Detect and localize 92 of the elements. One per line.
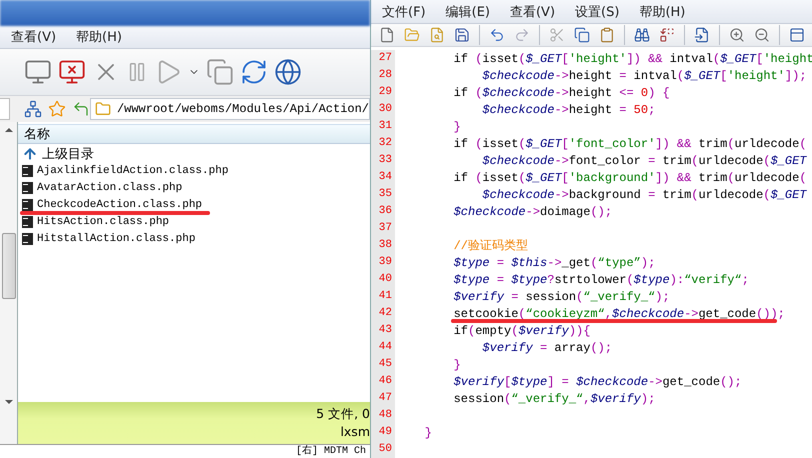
computer-x-icon[interactable] <box>58 58 86 86</box>
scroll-thumb[interactable] <box>2 233 16 299</box>
line-number: 37 <box>371 220 395 237</box>
line-number: 33 <box>371 152 395 169</box>
code-line: } <box>452 120 461 134</box>
file-input-icon[interactable] <box>694 27 710 44</box>
line-number: 50 <box>371 441 395 458</box>
line-number: 41 <box>371 288 395 305</box>
line-number: 29 <box>371 84 395 101</box>
status-text: 5 文件, 0 <box>316 406 370 423</box>
menu-item[interactable]: 设置(S) <box>568 2 626 21</box>
line-number: 40 <box>371 271 395 288</box>
code-line: $checkcode->background = trim(urldecode($_GET <box>481 188 807 202</box>
php-file-icon <box>22 164 33 176</box>
folder-icon <box>94 101 111 117</box>
clipboard-icon[interactable] <box>599 27 615 44</box>
code-line: if (isset($_GET['font_color']) && trim(urldecode( <box>452 136 807 150</box>
code-line: if(empty($verify)){ <box>452 324 590 338</box>
user-name: lxsm <box>340 424 370 441</box>
scrollbar[interactable] <box>0 122 18 444</box>
undo-icon[interactable] <box>489 27 505 44</box>
menu-item[interactable]: 查看(V) <box>502 2 562 21</box>
zoom-in-icon[interactable] <box>729 27 745 44</box>
line-number: 35 <box>371 186 395 203</box>
line-number: 47 <box>371 390 395 407</box>
file-name[interactable]: CheckcodeAction.class.php <box>37 198 202 210</box>
line-number: 31 <box>371 118 395 135</box>
menu-item[interactable]: 帮助(H) <box>632 2 692 21</box>
line-number: 49 <box>371 424 395 441</box>
globe-icon[interactable] <box>274 58 302 86</box>
line-number: 44 <box>371 339 395 356</box>
code-line: setcookie(“cookieyzm“,$checkcode->get_code()); <box>452 306 785 320</box>
line-number: 42 <box>371 305 395 322</box>
menu-item[interactable]: 文件(F) <box>375 2 433 21</box>
line-number: 43 <box>371 322 395 339</box>
php-file-icon <box>22 216 33 228</box>
file-name[interactable]: AvatarAction.class.php <box>37 182 182 194</box>
menu-item[interactable]: 编辑(E) <box>438 2 497 21</box>
line-number: 45 <box>371 356 395 373</box>
file-name[interactable]: HitstallAction.class.php <box>37 232 196 244</box>
code-line: $type = $type?strtolower($type):“verify“; <box>452 272 749 286</box>
window-icon[interactable] <box>789 27 805 44</box>
copy-icon[interactable] <box>206 58 234 86</box>
code-line: $type = $this->_get(“type”); <box>452 256 656 270</box>
code-line: $checkcode->height = intval($_GET['height']); <box>481 68 807 82</box>
line-number: 27 <box>371 50 395 67</box>
code-line: $verify = array(); <box>481 340 612 354</box>
dropdown-field[interactable] <box>0 98 10 120</box>
code-line: session(“_verify_“,$verify); <box>452 392 656 406</box>
replace-icon[interactable] <box>659 27 675 44</box>
copy-icon[interactable] <box>574 27 590 44</box>
line-number: 34 <box>371 169 395 186</box>
php-file-icon <box>22 182 33 194</box>
save-icon[interactable] <box>454 27 470 44</box>
computer-icon[interactable] <box>24 58 52 86</box>
line-number: 46 <box>371 373 395 390</box>
code-line: if (isset($_GET['background']) && trim(urldecode( <box>452 170 807 184</box>
code-line: $verify[$type] = $checkcode->get_code(); <box>452 374 742 388</box>
code-line: $verify = session(“_verify_“); <box>452 290 670 304</box>
code-line: } <box>424 426 432 440</box>
line-number: 36 <box>371 203 395 220</box>
star-icon[interactable] <box>48 100 66 118</box>
refresh-icon[interactable] <box>240 58 268 86</box>
code-line: $checkcode->doimage(); <box>452 204 612 218</box>
menu-item[interactable]: 查看(V) <box>4 28 64 46</box>
code-line: $checkcode->height = 50; <box>481 102 656 116</box>
line-number: 28 <box>371 67 395 84</box>
file-name[interactable]: AjaxlinkfieldAction.class.php <box>37 164 228 176</box>
line-number: 39 <box>371 254 395 271</box>
line-number: 30 <box>371 101 395 118</box>
code-line: $checkcode->font_color = trim(urldecode($_GET <box>481 154 807 168</box>
code-line: } <box>452 358 461 372</box>
line-number: 32 <box>371 135 395 152</box>
back-arrow-icon[interactable] <box>72 100 90 118</box>
column-header[interactable]: 名称 <box>18 124 370 144</box>
tree-icon[interactable] <box>24 100 42 118</box>
log-text: [右] MDTM Ch <box>296 445 367 458</box>
binoculars-icon[interactable] <box>634 27 650 44</box>
new-file-icon[interactable] <box>379 27 395 44</box>
code-line: if ($checkcode->height <= 0) { <box>452 86 670 100</box>
line-number: 38 <box>371 237 395 254</box>
address-field[interactable]: /wwwroot/weboms/Modules/Api/Action/ <box>90 98 370 120</box>
php-file-icon <box>22 198 33 210</box>
file-name[interactable]: 上级目录 <box>42 144 94 162</box>
menu-item[interactable]: 帮助(H) <box>69 28 129 46</box>
scroll-up-icon[interactable] <box>4 128 12 132</box>
php-file-icon <box>22 232 33 244</box>
line-number: 48 <box>371 407 395 424</box>
file-name[interactable]: HitsAction.class.php <box>37 216 170 228</box>
scroll-down-icon[interactable] <box>4 400 12 404</box>
zoom-out-icon[interactable] <box>754 27 770 44</box>
code-line: //验证码类型 <box>452 238 528 254</box>
